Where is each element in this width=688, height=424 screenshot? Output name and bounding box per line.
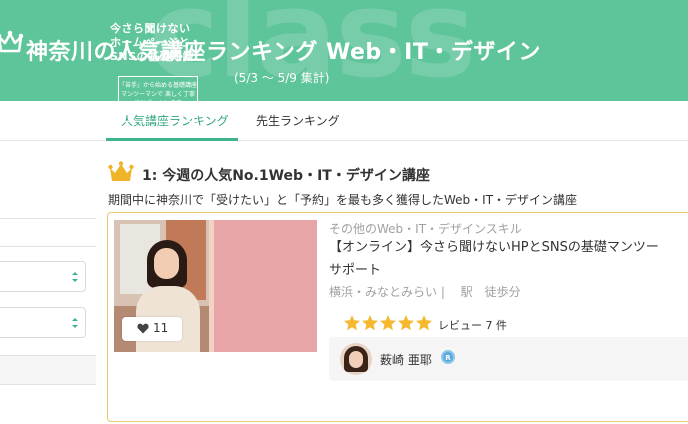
gold-crown-icon [108,161,134,181]
star-icon [398,315,414,331]
like-button[interactable]: 11 [122,317,182,341]
active-tab-indicator [106,138,238,141]
aggregation-period: (5/3 〜 5/9 集計) [234,71,330,85]
star-icon [344,315,360,331]
ranking-title: 1: 今週の人気No.1Web・IT・デザイン講座 [142,168,430,184]
review-count[interactable]: レビュー 7 件 [438,317,507,333]
crown-icon [0,30,24,53]
course-title[interactable]: 【オンライン】今さら聞けないHPとSNSの基礎マンツー [329,237,688,259]
teacher-name[interactable]: 薮崎 亜耶 [380,351,432,368]
sidebar-divider [0,246,96,247]
course-category[interactable]: その他のWeb・IT・デザインスキル [329,220,522,237]
svg-text:R: R [445,354,451,362]
thumbnail-subtext: 「苦手」から始める基礎講座 マンツーマンで 楽しく丁寧にサポートします [118,76,198,122]
page-banner: class 神奈川の人気講座ランキング Web・IT・デザイン (5/3 〜 5… [0,0,688,101]
ranking-tabs: 人気講座ランキング 先生ランキング [0,101,688,141]
ranking-description: 期間中に神奈川で「受けたい」と「予約」を最も多く獲得したWeb・IT・デザイン講… [108,193,578,207]
star-icon [416,315,432,331]
select-arrows-icon [72,272,78,282]
rating-stars [344,315,432,331]
star-icon [362,315,378,331]
course-title-continued[interactable]: サポート [329,259,381,278]
teacher-rank-badge-icon: R [441,350,455,364]
page-title: 神奈川の人気講座ランキング Web・IT・デザイン [26,40,541,65]
star-icon [380,315,396,331]
thumbnail-banner [214,220,317,352]
avatar-face [349,351,363,368]
photo-person-face [154,248,179,279]
filter-select-2[interactable] [0,307,86,338]
select-arrows-icon [72,318,78,328]
like-count: 11 [153,321,169,335]
thumbnail-headline: 今さら聞けない ホームページと SNSの基礎知識 [110,22,195,63]
sidebar-section [0,355,96,385]
filter-select-1[interactable] [0,261,86,292]
tab-teacher-ranking[interactable]: 先生ランキング [256,112,340,129]
avatar[interactable] [340,343,372,375]
course-location: 横浜・みなとみらい | 駅 徒歩分 [329,285,521,299]
sidebar-divider [0,218,96,219]
heart-icon [137,323,149,334]
